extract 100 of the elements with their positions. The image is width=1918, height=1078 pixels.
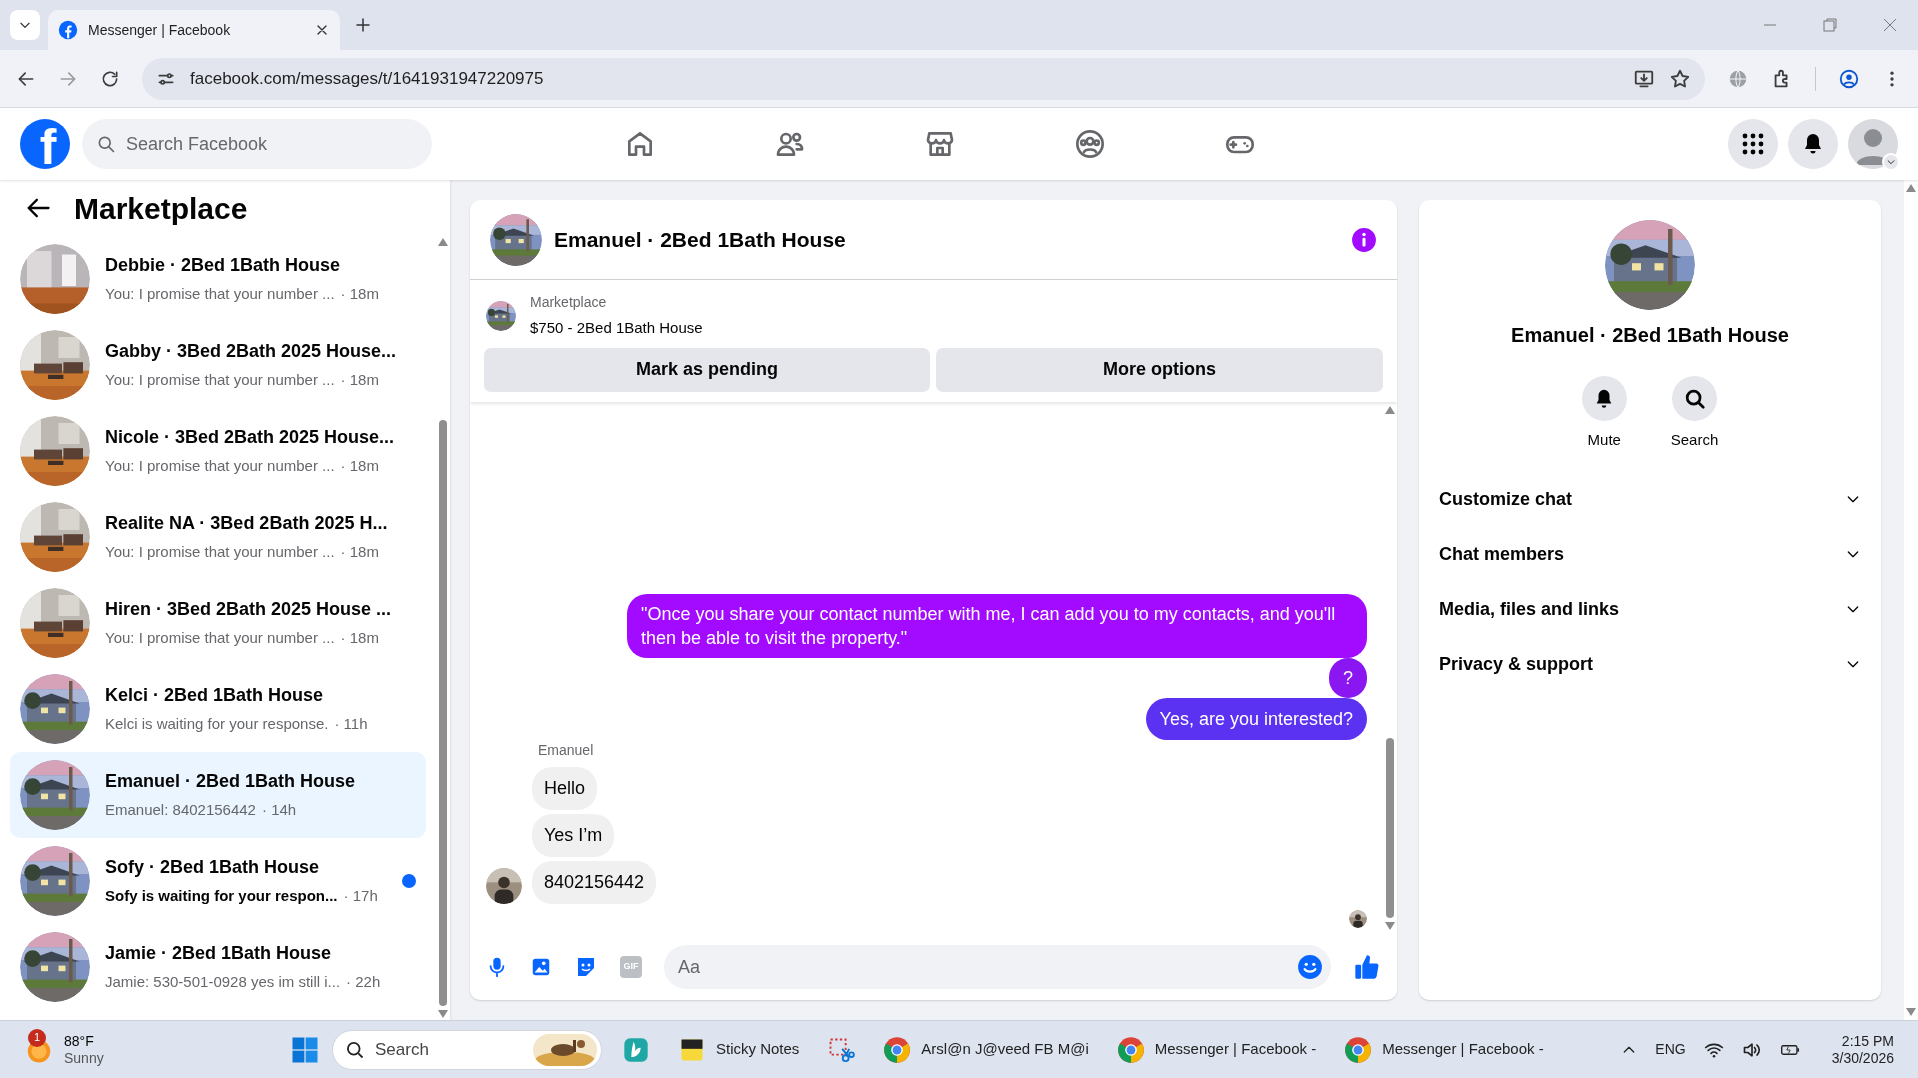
conversation-title: Emanuel · 2Bed 1Bath House [105, 770, 357, 794]
clock-time: 2:15 PM [1841, 1032, 1894, 1050]
conversation-item[interactable]: Debbie · 2Bed 1Bath House You: I promise that your number ... · 18m [10, 236, 426, 322]
taskbar-app[interactable]: Messenger | Facebook - [1108, 1026, 1325, 1073]
scroll-up-icon[interactable] [1385, 405, 1395, 414]
groups-icon[interactable] [1074, 128, 1106, 160]
conversation-time: · 11h [334, 714, 368, 735]
facebook-logo[interactable]: f [20, 119, 70, 169]
conversation-title: Debbie · 2Bed 1Bath House [105, 254, 342, 278]
scroll-down-icon[interactable] [438, 1010, 448, 1018]
message-bubble: Hello [532, 767, 598, 810]
weather-condition: Sunny [64, 1049, 104, 1067]
search-icon [96, 134, 116, 154]
plus-icon[interactable] [354, 16, 372, 34]
emoji-icon[interactable] [1297, 954, 1323, 980]
message-bubble: Yes I’m [532, 814, 615, 857]
taskbar-app[interactable]: Sticky Notes [670, 1026, 808, 1073]
scroll-up-icon[interactable] [438, 238, 448, 246]
reload-icon[interactable] [100, 68, 120, 89]
contact-title: Emanuel · 2Bed 1Bath House [1511, 323, 1789, 348]
conversation-preview: You: I promise that your number ... [105, 542, 335, 563]
conversation-title: Realite NA · 3Bed 2Bath 2025 H... [105, 512, 389, 536]
taskbar-app[interactable]: Arsl@n J@veed FB M@i [875, 1026, 1097, 1073]
search-field[interactable]: Search Facebook [82, 119, 432, 169]
mute-button[interactable] [1581, 376, 1627, 421]
message-input[interactable]: Aa [664, 945, 1331, 989]
conversation-item[interactable]: Kelci · 2Bed 1Bath House Kelci is waiting for your response. · 11h [10, 666, 426, 752]
conversation-time: · 18m [340, 456, 379, 477]
browser-tab[interactable]: Messenger | Facebook [48, 10, 340, 50]
scroll-down-icon[interactable] [1385, 922, 1395, 930]
conversation-title: Sofy · 2Bed 1Bath House [105, 856, 321, 880]
profile-icon[interactable] [1838, 67, 1860, 90]
sidebar-title: Marketplace [74, 190, 248, 227]
star-icon[interactable] [1669, 67, 1691, 90]
search-icon [1683, 387, 1706, 410]
message-bubble: Yes, are you interested? [1145, 698, 1367, 740]
tab-title: Messenger | Facebook [88, 20, 232, 40]
conversation-preview: You: I promise that your number ... [105, 370, 335, 391]
section-row[interactable]: Customize chat [1427, 471, 1873, 527]
chat-title: Emanuel · 2Bed 1Bath House [554, 226, 847, 253]
conversation-preview: Emanuel: 8402156442 [105, 800, 256, 821]
conversation-item[interactable]: Emanuel · 2Bed 1Bath House Emanuel: 8402156442 · 14h [10, 752, 426, 838]
conversation-time: · 22h [346, 972, 381, 993]
conversation-item[interactable]: Gabby · 3Bed 2Bath 2025 House... You: I promise that your number ... · 18m [10, 322, 426, 408]
conversation-time: · 17h [343, 886, 378, 907]
temperature: 88°F [64, 1032, 95, 1050]
scrollbar-thumb[interactable] [439, 420, 447, 1006]
section-row[interactable]: Media, files and links [1427, 581, 1873, 637]
conversation-title: Kelci · 2Bed 1Bath House [105, 684, 325, 708]
menu-button[interactable] [1728, 119, 1778, 169]
facebook-icon [58, 20, 78, 40]
section-row[interactable]: Privacy & support [1427, 636, 1873, 692]
conversation-time: · 18m [340, 542, 379, 563]
section-row[interactable]: Chat members [1427, 526, 1873, 582]
taskbar-search[interactable]: Search [332, 1029, 602, 1070]
conversation-item[interactable]: Jamie · 2Bed 1Bath House Jamie: 530-501-0928 yes im still i... · 22h [10, 924, 426, 1010]
url-text: facebook.com/messages/t/1641931947220975 [190, 67, 545, 90]
info-icon[interactable] [1351, 226, 1377, 253]
message-bubble: 8402156442 [532, 861, 657, 904]
listing-title: $750 - 2Bed 1Bath House [530, 318, 703, 338]
conversation-title: Nicole · 3Bed 2Bath 2025 House... [105, 426, 396, 450]
conversation-time: · 18m [340, 370, 379, 391]
chrome-icon [1116, 1035, 1145, 1064]
chevron-down-icon [1886, 157, 1896, 167]
action-label: Search [1670, 430, 1719, 450]
clock-date: 3/30/2026 [1831, 1049, 1894, 1067]
conversation-time: · 14h [261, 800, 297, 821]
conversation-time: · 18m [340, 284, 379, 305]
mark-pending-button[interactable]: Mark as pending [484, 347, 930, 392]
sender-name: Emanuel [538, 741, 595, 760]
address-bar[interactable]: facebook.com/messages/t/1641931947220975 [142, 57, 1705, 100]
conversation-item[interactable]: Sofy · 2Bed 1Bath House Sofy is waiting for your respon... · 17h [10, 838, 426, 924]
conversation-preview: You: I promise that your number ... [105, 628, 335, 649]
shark-app-icon [622, 1035, 650, 1064]
conversation-item[interactable]: Realite NA · 3Bed 2Bath 2025 H... You: I promise that your number ... · 18m [10, 494, 426, 580]
conversation-preview: Jamie: 530-501-0928 yes im still i... [105, 972, 341, 993]
action-label: Mute [1587, 430, 1621, 450]
scroll-down-icon[interactable] [1906, 1008, 1916, 1016]
conversation-preview: Sofy is waiting for your respon... [105, 886, 338, 907]
chrome-icon [883, 1035, 912, 1064]
scroll-up-icon[interactable] [1906, 184, 1916, 192]
message-bubble: ? [1329, 658, 1367, 698]
more-options-button[interactable]: More options [936, 347, 1383, 392]
conversation-item[interactable]: Nicole · 3Bed 2Bath 2025 House... You: I promise that your number ... · 18m [10, 408, 426, 494]
listing-label: Marketplace [530, 293, 608, 312]
conversation-item[interactable]: Hiren · 3Bed 2Bath 2025 House ... You: I promise that your number ... · 18m [10, 580, 426, 666]
conversation-title: Gabby · 3Bed 2Bath 2025 House... [105, 340, 398, 364]
language-indicator[interactable]: ENG [1655, 1039, 1686, 1060]
grid-menu-icon [1741, 132, 1765, 156]
thumbs-up-icon[interactable] [1353, 953, 1381, 981]
scrollbar[interactable] [436, 236, 450, 1020]
taskbar-app[interactable]: Messenger | Facebook - [1336, 1026, 1552, 1073]
notifications-button[interactable] [1788, 119, 1838, 169]
scrollbar-thumb[interactable] [1386, 738, 1394, 918]
conversation-preview: You: I promise that your number ... [105, 284, 335, 305]
chrome-icon [1344, 1035, 1373, 1064]
conversation-preview: Kelci is waiting for your response. [105, 714, 329, 735]
search-button[interactable] [1672, 376, 1717, 421]
conversation-title: Hiren · 3Bed 2Bath 2025 House ... [105, 598, 393, 622]
account-button[interactable] [1848, 119, 1898, 169]
